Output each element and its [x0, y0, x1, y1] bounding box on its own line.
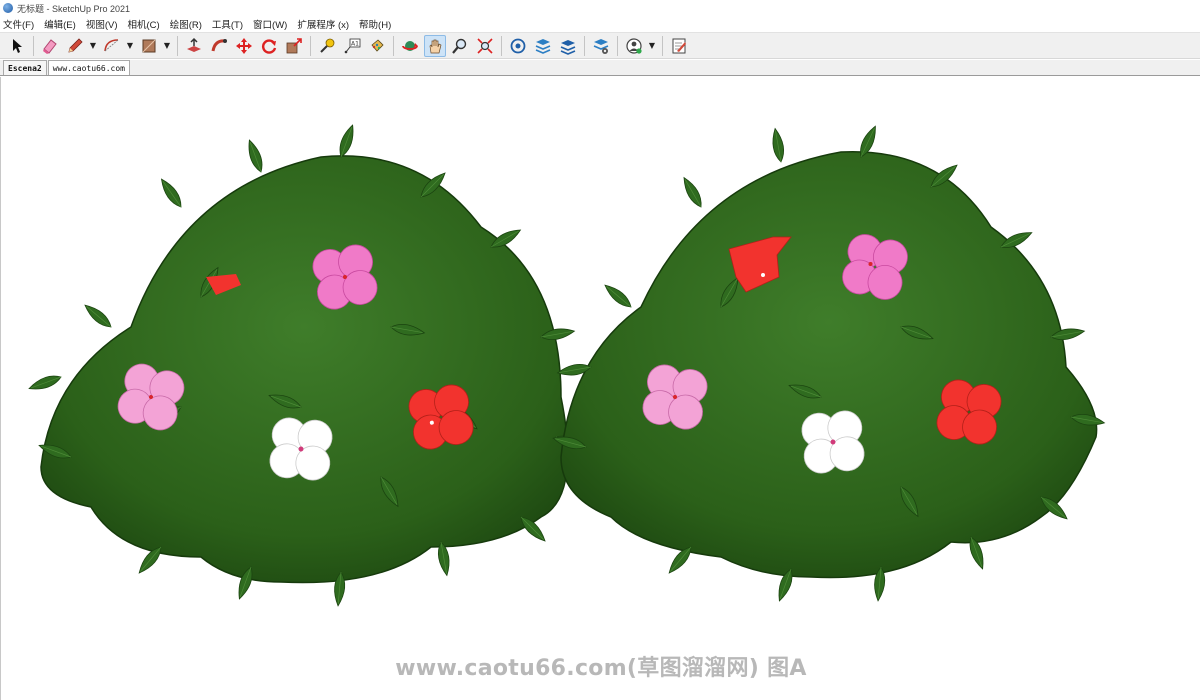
- drawing-viewport[interactable]: www.caotu66.com(草图溜溜网) 图A: [0, 77, 1200, 700]
- eraser-tool-button[interactable]: [39, 35, 61, 57]
- extension-warehouse-icon: [535, 38, 551, 54]
- pencil-icon: [68, 37, 83, 53]
- follow-me-icon: [211, 38, 227, 51]
- paint-bucket-icon: [371, 38, 384, 52]
- 3d-warehouse-button[interactable]: [507, 35, 529, 57]
- toolbar-separator: [310, 35, 311, 56]
- move-icon: [236, 37, 252, 54]
- extension-manager-icon: [593, 38, 609, 54]
- menu-extensions[interactable]: 扩展程序 (x): [297, 17, 349, 31]
- toolbar-separator: [33, 35, 34, 56]
- menu-window[interactable]: 窗口(W): [253, 17, 287, 31]
- text-icon: A1: [344, 38, 361, 53]
- sketchup-logo-icon: [3, 3, 13, 13]
- tape-measure-tool-button[interactable]: [316, 35, 338, 57]
- flower-light-pink: [639, 361, 711, 433]
- extension-warehouse-button[interactable]: [532, 35, 554, 57]
- flower-white: [267, 415, 335, 483]
- preferences-button[interactable]: [668, 35, 690, 57]
- paint-bucket-tool-button[interactable]: [366, 35, 388, 57]
- scale-icon: [286, 37, 302, 53]
- flower-pink: [309, 241, 381, 313]
- menu-view[interactable]: 视图(V): [86, 17, 118, 31]
- move-tool-button[interactable]: [233, 35, 255, 57]
- zoom-icon: [452, 38, 467, 54]
- pencil-tool-button[interactable]: [64, 35, 86, 57]
- select-icon: [13, 38, 22, 53]
- menu-help[interactable]: 帮助(H): [359, 17, 391, 31]
- main-toolbar: ▼ ▼ ▼ A1 ▼: [0, 32, 1200, 59]
- zoom-tool-button[interactable]: [449, 35, 471, 57]
- text-tool-button[interactable]: A1: [341, 35, 363, 57]
- right-bush: [551, 123, 1106, 604]
- account-button[interactable]: [623, 35, 645, 57]
- window-title: 无标题 - SketchUp Pro 2021: [17, 3, 131, 14]
- watermark-text: www.caotu66.com(草图溜溜网) 图A: [395, 656, 807, 681]
- rectangle-icon: [142, 39, 156, 52]
- rectangle-dropdown-arrow[interactable]: ▼: [163, 35, 171, 57]
- pan-icon: [429, 39, 442, 53]
- menu-bar: 文件(F) 编辑(E) 视图(V) 相机(C) 绘图(R) 工具(T) 窗口(W…: [0, 16, 1200, 32]
- toolbar-separator: [393, 35, 394, 56]
- menu-edit[interactable]: 编辑(E): [44, 17, 76, 31]
- model-scene: [26, 122, 1106, 607]
- toolbar-separator: [501, 35, 502, 56]
- menu-camera[interactable]: 相机(C): [127, 17, 159, 31]
- tab-escena2[interactable]: Escena2: [3, 60, 47, 75]
- push-pull-tool-button[interactable]: [183, 35, 205, 57]
- arc-icon: [104, 38, 119, 51]
- account-icon: [626, 37, 642, 54]
- zoom-extents-tool-button[interactable]: [474, 35, 496, 57]
- pencil-dropdown-arrow[interactable]: ▼: [89, 35, 97, 57]
- preferences-icon: [672, 38, 686, 53]
- layout-icon: [560, 39, 576, 55]
- follow-me-tool-button[interactable]: [208, 35, 230, 57]
- menu-tools[interactable]: 工具(T): [212, 17, 243, 31]
- account-dropdown-arrow[interactable]: ▼: [648, 35, 656, 57]
- warehouse-icon: [510, 38, 526, 53]
- left-bush: [26, 122, 591, 607]
- svg-text:A1: A1: [351, 40, 359, 47]
- toolbar-separator: [662, 35, 663, 56]
- arc-tool-button[interactable]: [101, 35, 123, 57]
- scene-tabs: Escena2 www.caotu66.com: [0, 60, 1200, 76]
- select-tool-button[interactable]: [6, 35, 28, 57]
- extension-manager-button[interactable]: [590, 35, 612, 57]
- zoom-extents-icon: [477, 37, 493, 54]
- pan-tool-button[interactable]: [424, 34, 446, 57]
- menu-file[interactable]: 文件(F): [3, 17, 34, 31]
- layout-button[interactable]: [557, 35, 579, 57]
- rectangle-tool-button[interactable]: [138, 35, 160, 57]
- push-pull-icon: [187, 37, 201, 52]
- toolbar-separator: [617, 35, 618, 56]
- tab-caotu66[interactable]: www.caotu66.com: [47, 60, 130, 75]
- rotate-icon: [262, 38, 277, 54]
- toolbar-separator: [584, 35, 585, 56]
- arc-dropdown-arrow[interactable]: ▼: [126, 35, 134, 57]
- orbit-tool-button[interactable]: [399, 35, 421, 57]
- rotate-tool-button[interactable]: [258, 35, 280, 57]
- orbit-icon: [402, 40, 418, 51]
- scale-tool-button[interactable]: [283, 35, 305, 57]
- toolbar-separator: [177, 35, 178, 56]
- title-bar: 无标题 - SketchUp Pro 2021: [0, 0, 1200, 16]
- menu-draw[interactable]: 绘图(R): [170, 17, 202, 31]
- eraser-icon: [43, 38, 57, 54]
- tape-measure-icon: [320, 38, 335, 53]
- flower-white: [799, 408, 867, 476]
